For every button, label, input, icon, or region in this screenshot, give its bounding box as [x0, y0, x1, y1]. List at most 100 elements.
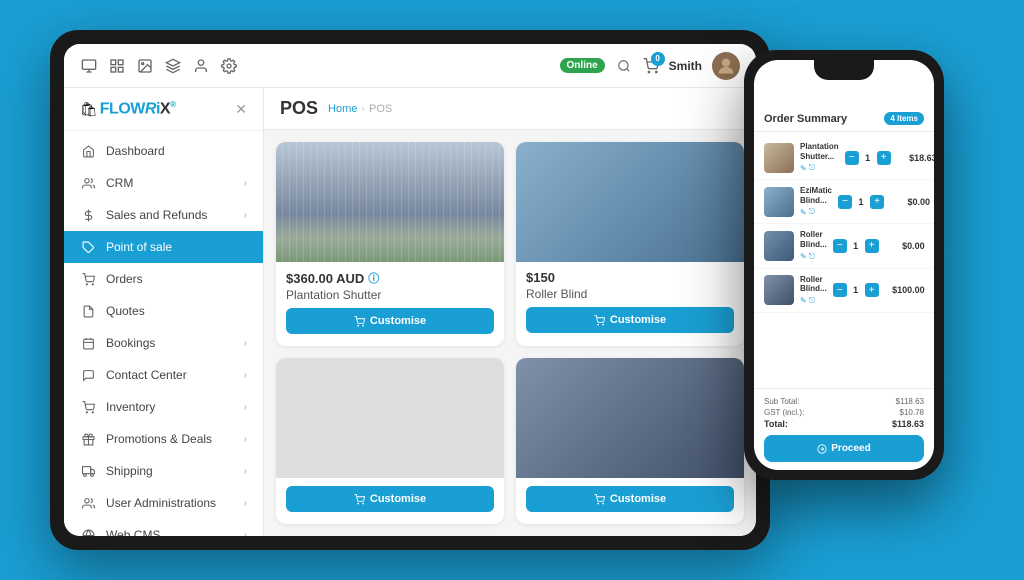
qty-plus-0[interactable]: +	[877, 151, 891, 165]
sidebar-item-user-admin[interactable]: User Administrations ›	[64, 487, 263, 519]
sidebar-item-shipping[interactable]: Shipping ›	[64, 455, 263, 487]
order-item-price-3: $100.00	[885, 285, 925, 295]
order-item-actions-0: ✎ ⎋	[800, 163, 839, 173]
sidebar-item-bookings[interactable]: Bookings ›	[64, 327, 263, 359]
order-item-actions-2: ✎ ⎋	[800, 252, 827, 262]
order-item-0: Plantation Shutter... ✎ ⎋ − 1 + $18.63	[754, 136, 934, 180]
link-icon-0[interactable]: ⎋	[809, 163, 815, 173]
breadcrumb-home[interactable]: Home	[328, 103, 357, 115]
sidebar-item-contact-center[interactable]: Contact Center ›	[64, 359, 263, 391]
order-item-qty-2: − 1 +	[833, 239, 879, 253]
edit-icon-1[interactable]: ✎	[800, 208, 807, 217]
gift-icon	[80, 431, 96, 447]
search-icon[interactable]	[615, 57, 633, 75]
phone-notch	[814, 60, 874, 80]
web-cms-arrow-icon: ›	[244, 530, 247, 536]
grid-icon[interactable]	[108, 57, 126, 75]
sidebar-item-promotions[interactable]: Promotions & Deals ›	[64, 423, 263, 455]
content-area: POS Home › POS $360.00 AUD ⓘ	[264, 88, 756, 536]
subtotal-row: Sub Total: $118.63	[764, 397, 924, 406]
order-item-details-2: Roller Blind... ✎ ⎋	[800, 230, 827, 261]
sidebar-logo: 🛍 FLOWRiX® ✕	[64, 88, 263, 131]
sidebar-label-user-admin: User Administrations	[106, 496, 234, 510]
product-name-0: Plantation Shutter	[286, 288, 494, 302]
qty-plus-3[interactable]: +	[865, 283, 879, 297]
order-item-1: EziMatic Blind... ✎ ⎋ − 1 + $0.00	[754, 180, 934, 224]
settings-icon[interactable]	[220, 57, 238, 75]
order-item-price-2: $0.00	[885, 241, 925, 251]
link-icon-3[interactable]: ⎋	[809, 296, 815, 306]
customise-button-3[interactable]: Customise	[526, 486, 734, 512]
sidebar-item-inventory[interactable]: Inventory ›	[64, 391, 263, 423]
sidebar-item-sales[interactable]: Sales and Refunds ›	[64, 199, 263, 231]
product-price-0: $360.00 AUD ⓘ	[286, 270, 494, 286]
proceed-button[interactable]: Proceed	[764, 435, 924, 462]
cart-icon-wrap[interactable]: 0	[643, 58, 659, 74]
link-icon-1[interactable]: ⎋	[809, 207, 815, 217]
monitor-icon[interactable]	[80, 57, 98, 75]
customise-button-2[interactable]: Customise	[286, 486, 494, 512]
sidebar-item-pos[interactable]: Point of sale	[64, 231, 263, 263]
order-item-image-1	[764, 187, 794, 217]
order-item-name-3: Roller Blind...	[800, 275, 827, 294]
truck-icon	[80, 463, 96, 479]
sidebar-label-promotions: Promotions & Deals	[106, 432, 234, 446]
order-item-details-3: Roller Blind... ✎ ⎋	[800, 275, 827, 306]
gst-value: $10.78	[900, 408, 924, 417]
qty-minus-2[interactable]: −	[833, 239, 847, 253]
layers-icon[interactable]	[164, 57, 182, 75]
promotions-arrow-icon: ›	[244, 434, 247, 445]
sidebar-label-orders: Orders	[106, 272, 247, 286]
avatar[interactable]	[712, 52, 740, 80]
total-label: Total:	[764, 419, 788, 429]
user-icon[interactable]	[192, 57, 210, 75]
order-items-list: Plantation Shutter... ✎ ⎋ − 1 + $18.63 E…	[754, 132, 934, 388]
order-summary-header: Order Summary 4 Items	[754, 84, 934, 132]
sidebar: 🛍 FLOWRiX® ✕ Dashboard	[64, 88, 264, 536]
link-icon-2[interactable]: ⎋	[809, 252, 815, 262]
sidebar-item-quotes[interactable]: Quotes	[64, 295, 263, 327]
sidebar-item-orders[interactable]: Orders	[64, 263, 263, 295]
customise-button-1[interactable]: Customise	[526, 307, 734, 333]
total-row: Total: $118.63	[764, 419, 924, 429]
bookings-arrow-icon: ›	[244, 338, 247, 349]
order-item-name-0: Plantation Shutter...	[800, 142, 839, 161]
image-icon[interactable]	[136, 57, 154, 75]
edit-icon-0[interactable]: ✎	[800, 164, 807, 173]
order-item-qty-0: − 1 +	[845, 151, 891, 165]
subtotal-label: Sub Total:	[764, 397, 799, 406]
price-info-icon-0: ⓘ	[368, 270, 379, 286]
sidebar-label-shipping: Shipping	[106, 464, 234, 478]
order-item-name-2: Roller Blind...	[800, 230, 827, 249]
qty-minus-3[interactable]: −	[833, 283, 847, 297]
items-count-badge: 4 Items	[884, 112, 924, 125]
edit-icon-3[interactable]: ✎	[800, 296, 807, 305]
customise-button-0[interactable]: Customise	[286, 308, 494, 334]
qty-minus-0[interactable]: −	[845, 151, 859, 165]
sidebar-item-web-cms[interactable]: Web CMS ›	[64, 519, 263, 536]
sidebar-label-sales: Sales and Refunds	[106, 208, 234, 222]
content-header: POS Home › POS	[264, 88, 756, 130]
order-item-qty-3: − 1 +	[833, 283, 879, 297]
qty-minus-1[interactable]: −	[838, 195, 852, 209]
sidebar-label-web-cms: Web CMS	[106, 528, 234, 536]
crm-arrow-icon: ›	[244, 178, 247, 189]
gst-label: GST (incl.):	[764, 408, 804, 417]
product-image-2	[276, 358, 504, 478]
globe-icon	[80, 527, 96, 536]
order-item-image-3	[764, 275, 794, 305]
product-name-1: Roller Blind	[526, 287, 734, 301]
edit-icon-2[interactable]: ✎	[800, 252, 807, 261]
tablet-screen: Online 0 Smith 🛍	[64, 44, 756, 536]
product-image-0	[276, 142, 504, 262]
sidebar-item-dashboard[interactable]: Dashboard	[64, 135, 263, 167]
chat-icon	[80, 367, 96, 383]
sidebar-label-quotes: Quotes	[106, 304, 247, 318]
sidebar-label-pos: Point of sale	[106, 240, 247, 254]
qty-value-1: 1	[856, 197, 866, 207]
qty-plus-1[interactable]: +	[870, 195, 884, 209]
qty-plus-2[interactable]: +	[865, 239, 879, 253]
sidebar-item-crm[interactable]: CRM ›	[64, 167, 263, 199]
product-info-0: $360.00 AUD ⓘ Plantation Shutter Customi…	[276, 262, 504, 342]
close-sidebar-button[interactable]: ✕	[235, 101, 247, 118]
